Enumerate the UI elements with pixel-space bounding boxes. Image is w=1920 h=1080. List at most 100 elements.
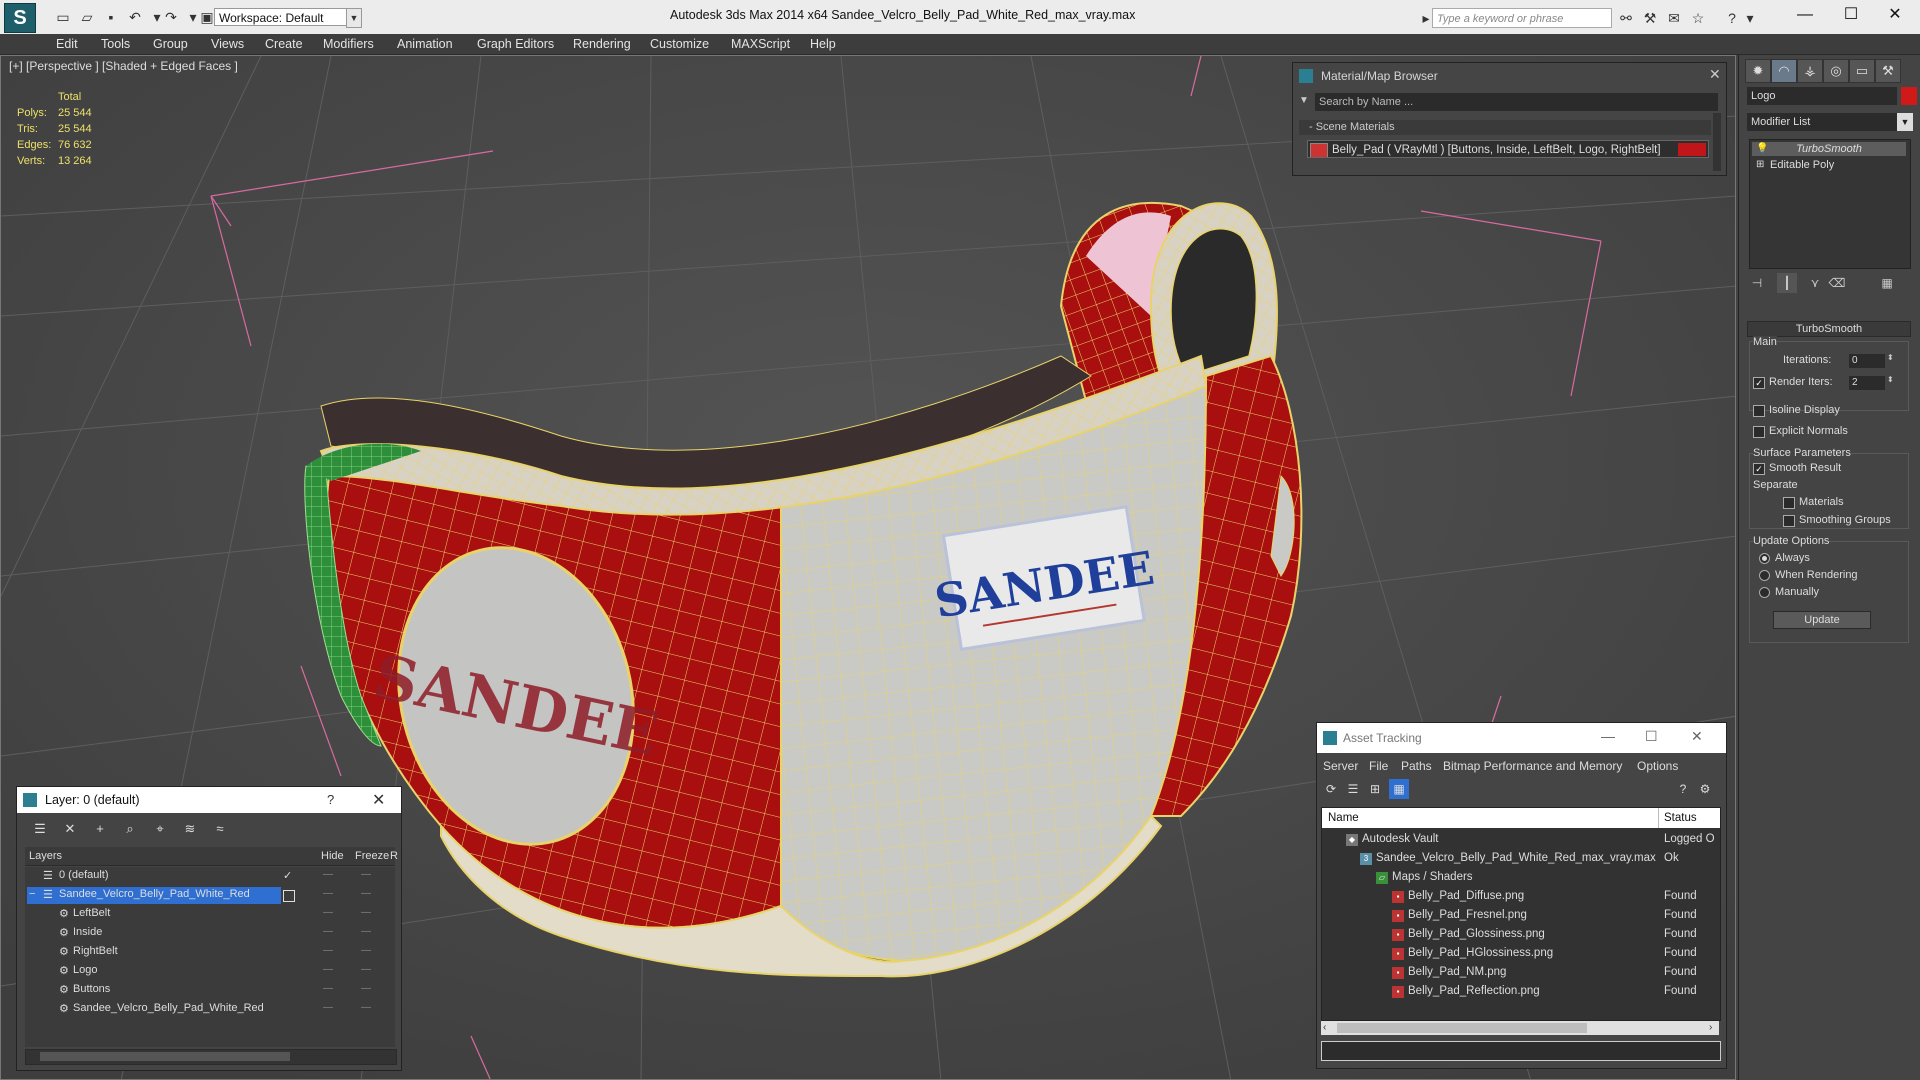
layer-row[interactable]: ⚙ Logo — — <box>25 962 395 981</box>
help-dropdown-icon[interactable]: ▾ <box>1740 8 1760 28</box>
scene-materials-section[interactable]: - Scene Materials <box>1299 120 1711 135</box>
help-icon[interactable]: ? <box>1722 8 1742 28</box>
column-status[interactable]: Status <box>1664 812 1697 824</box>
menu-graph-editors[interactable]: Graph Editors <box>477 37 554 51</box>
freeze-toggle[interactable]: — <box>361 964 371 975</box>
horizontal-scrollbar[interactable] <box>25 1049 397 1065</box>
asset-row[interactable]: ▪ Belly_Pad_Glossiness.png Found <box>1322 925 1720 944</box>
menu-file[interactable]: File <box>1369 759 1388 773</box>
menu-create[interactable]: Create <box>265 37 303 51</box>
delete-layer-icon[interactable]: ✕ <box>59 819 81 839</box>
undo-icon[interactable]: ↶ <box>126 8 144 26</box>
pin-stack-icon[interactable]: ⊣ <box>1747 273 1767 293</box>
asset-row[interactable]: ▪ Belly_Pad_NM.png Found <box>1322 963 1720 982</box>
menu-options[interactable]: Options <box>1637 759 1678 773</box>
chevron-down-icon[interactable]: ▼ <box>1897 113 1913 131</box>
isoline-display-checkbox[interactable] <box>1753 405 1765 417</box>
update-button[interactable]: Update <box>1773 611 1871 629</box>
expand-plus-icon[interactable]: ⊞ <box>1756 158 1764 172</box>
close-icon[interactable]: ✕ <box>372 790 385 810</box>
menu-paths[interactable]: Paths <box>1401 759 1432 773</box>
motion-tab-icon[interactable]: ◎ <box>1823 59 1849 83</box>
layer-row[interactable]: ⚙ RightBelt — — <box>25 943 395 962</box>
asset-row[interactable]: ▪ Belly_Pad_Diffuse.png Found <box>1322 887 1720 906</box>
asset-row[interactable]: 3 Sandee_Velcro_Belly_Pad_White_Red_max_… <box>1322 849 1720 868</box>
column-hide[interactable]: Hide <box>321 850 344 862</box>
refresh-icon[interactable]: ⟳ <box>1321 779 1341 799</box>
layer-row[interactable]: ⚙ LeftBelt — — <box>25 905 395 924</box>
material-item[interactable]: Belly_Pad ( VRayMtl ) [Buttons, Inside, … <box>1307 140 1709 158</box>
hide-toggle[interactable]: — <box>323 983 333 994</box>
search-input[interactable]: Type a keyword or phrase <box>1432 8 1612 28</box>
spinner-arrows-icon[interactable]: ⬍ <box>1887 375 1894 384</box>
object-color-swatch[interactable] <box>1901 87 1917 105</box>
collapse-icon[interactable]: − <box>29 888 35 900</box>
scrollbar-thumb[interactable] <box>1337 1023 1587 1033</box>
hide-toggle[interactable]: — <box>323 945 333 956</box>
layer-row[interactable]: ⚙ Inside — — <box>25 924 395 943</box>
highlight-layer-icon[interactable]: ⌖ <box>149 819 171 839</box>
binoculars-icon[interactable]: ⚯ <box>1616 8 1636 28</box>
menu-edit[interactable]: Edit <box>56 37 78 51</box>
explicit-normals-checkbox[interactable] <box>1753 426 1765 438</box>
workspace-dropdown[interactable]: Workspace: Default <box>214 8 352 26</box>
menu-rendering[interactable]: Rendering <box>573 37 631 51</box>
display-tab-icon[interactable]: ▭ <box>1849 59 1875 83</box>
menu-help[interactable]: Help <box>810 37 836 51</box>
current-layer-box[interactable] <box>283 890 295 902</box>
minimize-icon[interactable]: — <box>1601 728 1615 744</box>
maximize-icon[interactable]: ☐ <box>1828 0 1874 30</box>
render-iters-spinner[interactable]: 2 <box>1849 376 1885 390</box>
browser-options-icon[interactable]: ▼ <box>1299 95 1309 106</box>
hide-toggle[interactable]: — <box>323 869 333 880</box>
remove-modifier-icon[interactable]: ⌫ <box>1827 273 1847 293</box>
asset-row[interactable]: ▪ Belly_Pad_Fresnel.png Found <box>1322 906 1720 925</box>
freeze-all-layers-icon[interactable]: ≈ <box>209 819 231 839</box>
help-icon[interactable]: ? <box>1673 779 1693 799</box>
column-r[interactable]: R <box>390 850 398 862</box>
help-icon[interactable]: ? <box>327 792 334 807</box>
spinner-arrows-icon[interactable]: ⬍ <box>1887 353 1894 362</box>
freeze-toggle[interactable]: — <box>361 945 371 956</box>
open-file-icon[interactable]: ▱ <box>78 8 96 26</box>
hide-toggle[interactable]: — <box>323 888 333 899</box>
minimize-icon[interactable]: — <box>1782 0 1828 30</box>
smooth-result-checkbox[interactable]: ✓ <box>1753 463 1765 475</box>
menu-customize[interactable]: Customize <box>650 37 709 51</box>
layer-row[interactable]: ⚙ Sandee_Velcro_Belly_Pad_White_Red — — <box>25 1000 395 1019</box>
create-tab-icon[interactable]: ✹ <box>1745 59 1771 83</box>
layer-row[interactable]: ☰ 0 (default) ✓ — — <box>25 867 395 886</box>
communication-icon[interactable]: ✉ <box>1664 8 1684 28</box>
freeze-toggle[interactable]: — <box>361 926 371 937</box>
maximize-icon[interactable]: ☐ <box>1645 728 1658 745</box>
hide-toggle[interactable]: — <box>323 907 333 918</box>
stack-item-editable-poly[interactable]: ⊞ Editable Poly <box>1752 158 1906 172</box>
favorites-star-icon[interactable]: ☆ <box>1688 8 1708 28</box>
menu-modifiers[interactable]: Modifiers <box>323 37 374 51</box>
make-unique-icon[interactable]: ⋎ <box>1805 273 1825 293</box>
scrollbar[interactable] <box>1713 113 1721 171</box>
scroll-left-icon[interactable]: ‹ <box>1323 1022 1326 1033</box>
iterations-spinner[interactable]: 0 <box>1849 354 1885 368</box>
configure-sets-icon[interactable]: ▦ <box>1877 273 1897 293</box>
always-radio[interactable] <box>1759 553 1770 564</box>
render-iters-checkbox[interactable]: ✓ <box>1753 377 1765 389</box>
redo-icon[interactable]: ↷ <box>162 8 180 26</box>
scrollbar-thumb[interactable] <box>40 1052 290 1061</box>
column-freeze[interactable]: Freeze <box>355 850 389 862</box>
freeze-toggle[interactable]: — <box>361 869 371 880</box>
new-file-icon[interactable]: ▭ <box>54 8 72 26</box>
close-icon[interactable]: ✕ <box>1872 0 1918 30</box>
menu-tools[interactable]: Tools <box>101 37 130 51</box>
list-view-icon[interactable]: ☰ <box>1343 779 1363 799</box>
layer-manager-icon[interactable]: ☰ <box>29 819 51 839</box>
add-layer-icon[interactable]: + <box>89 819 111 839</box>
close-icon[interactable]: ✕ <box>1691 728 1703 745</box>
modify-tab-icon[interactable]: ◠ <box>1771 59 1797 83</box>
column-name[interactable]: Name <box>1328 812 1359 824</box>
close-icon[interactable]: ✕ <box>1709 66 1721 83</box>
layer-row[interactable]: ⚙ Buttons — — <box>25 981 395 1000</box>
menu-server[interactable]: Server <box>1323 759 1358 773</box>
materials-checkbox[interactable] <box>1783 497 1795 509</box>
when-rendering-radio[interactable] <box>1759 570 1770 581</box>
